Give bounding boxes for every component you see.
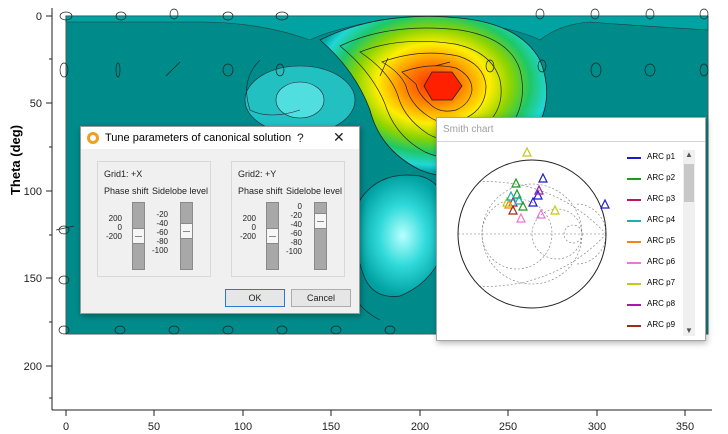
y-tick-label: 150 — [24, 273, 42, 285]
tick-label: 0 — [251, 223, 256, 232]
side-lobe — [275, 81, 325, 119]
legend-swatch — [627, 157, 641, 159]
x-tick-label: 50 — [148, 421, 160, 433]
smith-markers — [502, 146, 610, 223]
legend-label: ARC p4 — [647, 215, 676, 224]
smith-legend: ARC p1 ARC p2 ARC p3 ARC p4 ARC p5 ARC p… — [623, 148, 685, 332]
tick-label: -200 — [105, 232, 122, 241]
grid1-sidelobe-slider[interactable] — [180, 202, 193, 270]
grid2-phase-label: Phase shift — [238, 186, 283, 196]
x-tick-label: 150 — [322, 421, 340, 433]
legend-swatch — [627, 283, 641, 285]
legend-swatch — [627, 262, 641, 264]
y-tick-label: 0 — [36, 11, 42, 23]
x-tick-label: 200 — [411, 421, 429, 433]
legend-scrollbar[interactable]: ▲ ▼ — [683, 150, 695, 336]
legend-label: ARC p9 — [647, 320, 676, 329]
tick-label: -20 — [156, 210, 168, 219]
help-button[interactable]: ? — [297, 131, 304, 145]
grid1-title: Grid1: +X — [104, 169, 143, 179]
cancel-button[interactable]: Cancel — [291, 289, 351, 307]
legend-swatch — [627, 199, 641, 201]
grid2-sidelobe-label: Sidelobe level — [286, 186, 343, 196]
grid2-phase-ticks: 200 0 -200 — [226, 214, 256, 241]
slider-thumb[interactable] — [181, 223, 192, 239]
tick-label: 0 — [117, 223, 122, 232]
legend-label: ARC p8 — [647, 299, 676, 308]
slider-thumb[interactable] — [315, 213, 326, 229]
tick-label: -60 — [290, 229, 302, 238]
grid1-group: Grid1: +X Phase shift Sidelobe level 200… — [97, 161, 211, 277]
legend-swatch — [627, 220, 641, 222]
x-tick-label: 0 — [63, 421, 69, 433]
grid2-sidelobe-ticks: 0 -20 -40 -60 -80 -100 — [272, 202, 302, 256]
legend-label: ARC p5 — [647, 236, 676, 245]
scroll-up-icon[interactable]: ▲ — [685, 150, 693, 159]
tune-parameters-dialog: Tune parameters of canonical solution ? … — [80, 126, 360, 314]
tick-label: -40 — [156, 219, 168, 228]
x-tick-label: 250 — [499, 421, 517, 433]
smith-chart-canvas — [457, 146, 610, 309]
tick-label: 0 — [297, 202, 302, 211]
tick-label: 200 — [108, 214, 122, 223]
tick-label: -60 — [156, 228, 168, 237]
legend-swatch — [627, 325, 641, 327]
smith-chart-panel: Smith chart ARC p1 ARC p2 ARC p3 ARC p4 … — [436, 117, 706, 341]
close-icon[interactable]: ✕ — [333, 129, 345, 146]
legend-label: ARC p1 — [647, 152, 676, 161]
dialog-titlebar: Tune parameters of canonical solution ? … — [81, 127, 359, 149]
tick-label: -20 — [290, 211, 302, 220]
y-axis-title: Theta (deg) — [8, 125, 23, 195]
grid1-sidelobe-ticks: -20 -40 -60 -80 -100 — [138, 210, 168, 255]
grid2-sidelobe-slider[interactable] — [314, 202, 327, 270]
app-icon — [87, 132, 99, 144]
y-tick-label: 200 — [24, 361, 42, 373]
y-tick-label: 50 — [30, 98, 42, 110]
scroll-down-icon[interactable]: ▼ — [685, 326, 693, 335]
grid1-sidelobe-label: Sidelobe level — [152, 186, 209, 196]
legend-swatch — [627, 304, 641, 306]
x-axis-ticks — [65, 410, 686, 416]
y-tick-label: 100 — [24, 186, 42, 198]
grid1-phase-ticks: 200 0 -200 — [92, 214, 122, 241]
grid2-title: Grid2: +Y — [238, 169, 277, 179]
legend-label: ARC p2 — [647, 173, 676, 182]
legend-swatch — [627, 178, 641, 180]
legend-label: ARC p3 — [647, 194, 676, 203]
y-axis-ticks — [46, 15, 52, 399]
tick-label: -100 — [285, 247, 302, 256]
ok-button[interactable]: OK — [225, 289, 285, 307]
smith-chart-title: Smith chart — [443, 124, 494, 135]
tick-label: -100 — [151, 246, 168, 255]
tick-label: -40 — [290, 220, 302, 229]
x-tick-label: 100 — [234, 421, 252, 433]
tick-label: -80 — [156, 237, 168, 246]
grid2-group: Grid2: +Y Phase shift Sidelobe level 200… — [231, 161, 345, 277]
tick-label: -80 — [290, 238, 302, 247]
grid1-phase-label: Phase shift — [104, 186, 149, 196]
legend-label: ARC p6 — [647, 257, 676, 266]
legend-label: ARC p7 — [647, 278, 676, 287]
dialog-title: Tune parameters of canonical solution — [105, 132, 292, 144]
x-tick-label: 300 — [588, 421, 606, 433]
x-tick-label: 350 — [676, 421, 694, 433]
scrollbar-thumb[interactable] — [684, 164, 694, 202]
tick-label: 200 — [242, 214, 256, 223]
legend-swatch — [627, 241, 641, 243]
tick-label: -200 — [239, 232, 256, 241]
